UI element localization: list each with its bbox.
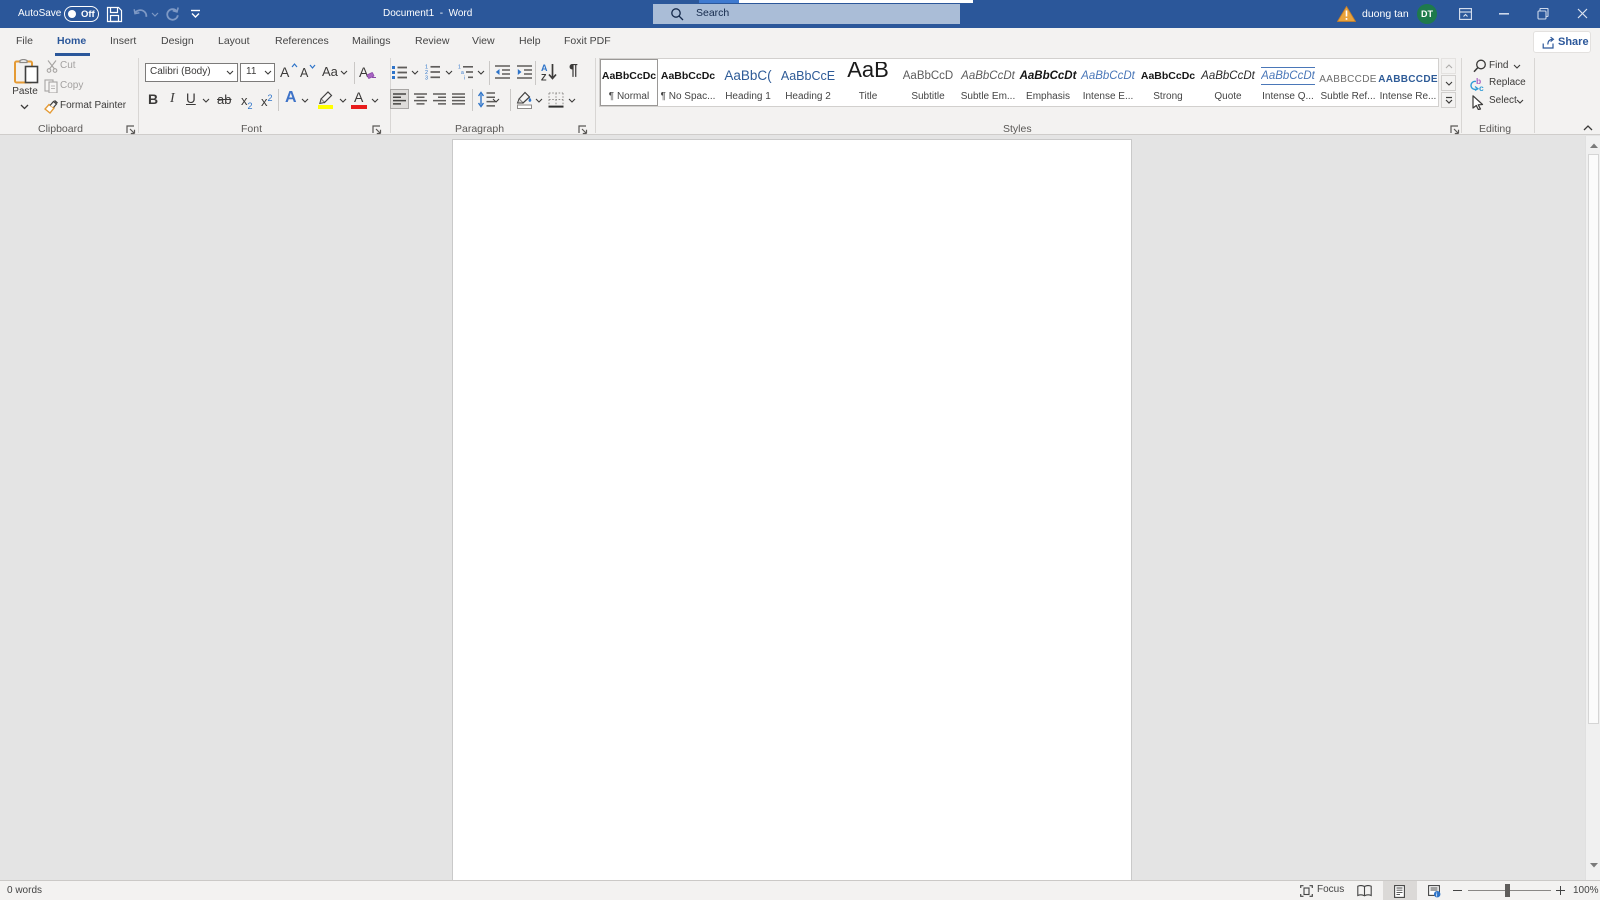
svg-text:3: 3 [425, 75, 428, 80]
svg-text:c: c [1479, 83, 1484, 92]
svg-text:A: A [541, 63, 548, 73]
svg-text:Z: Z [541, 73, 547, 82]
svg-text:i: i [464, 75, 465, 80]
